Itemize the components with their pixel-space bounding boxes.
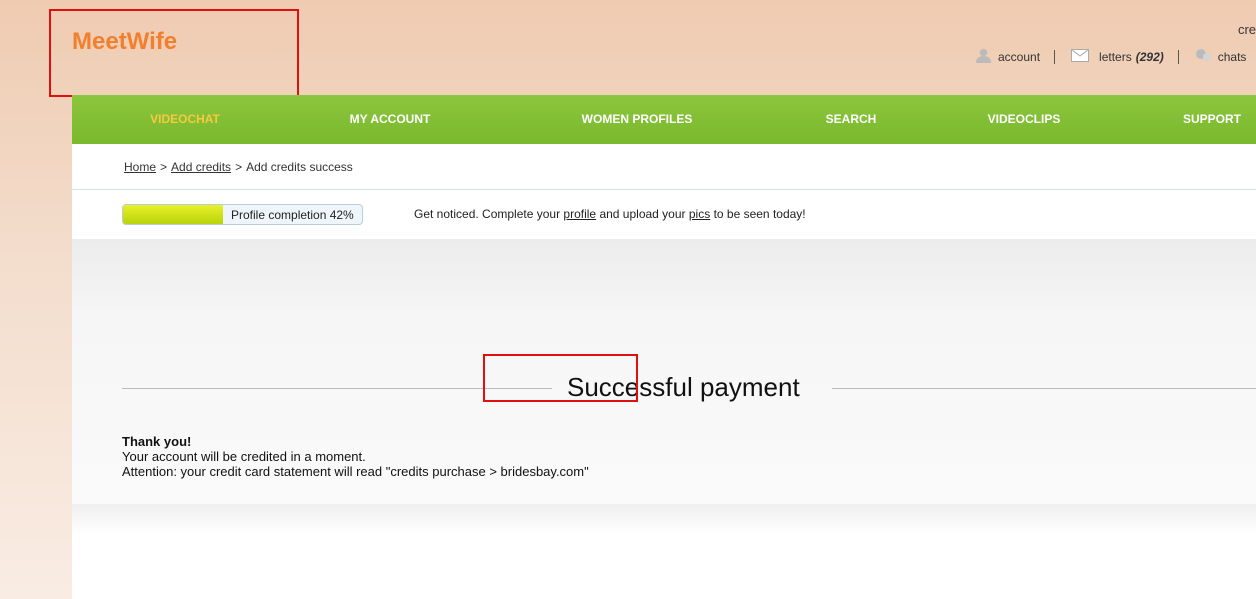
breadcrumb-current: Add credits success bbox=[246, 160, 353, 174]
credits-label[interactable]: cre bbox=[1238, 22, 1256, 37]
header: MeetWife cre account letters (292) chats bbox=[0, 0, 1256, 97]
breadcrumb: Home > Add credits > Add credits success bbox=[124, 160, 353, 174]
divider bbox=[1177, 50, 1179, 64]
payment-panel: Successful payment Thank you! Your accou… bbox=[72, 239, 1256, 504]
notice-text: to be seen today! bbox=[713, 207, 806, 221]
breadcrumb-add-credits-link[interactable]: Add credits bbox=[171, 160, 231, 174]
nav-women-profiles[interactable]: WOMEN PROFILES bbox=[582, 112, 693, 126]
nav-search[interactable]: SEARCH bbox=[826, 112, 877, 126]
account-link[interactable]: account bbox=[975, 48, 1054, 66]
thanks-heading: Thank you! bbox=[122, 434, 192, 449]
profile-notice: Get noticed. Complete your profile and u… bbox=[414, 207, 806, 221]
chats-label: chats bbox=[1217, 50, 1247, 64]
main-nav: VIDEOCHAT MY ACCOUNT WOMEN PROFILES SEAR… bbox=[72, 95, 1256, 144]
payment-message: Thank you! Your account will be credited… bbox=[122, 434, 589, 479]
divider bbox=[72, 189, 1256, 190]
notice-text: and upload your bbox=[599, 207, 686, 221]
statement-highlight-box bbox=[483, 354, 638, 402]
statement-notice-text: Attention: your credit card statement wi… bbox=[122, 464, 589, 479]
nav-videochat[interactable]: VIDEOCHAT bbox=[150, 112, 220, 126]
progress-fill bbox=[123, 205, 224, 224]
profile-completion-bar[interactable]: Profile completion 42% bbox=[122, 204, 363, 225]
account-label: account bbox=[998, 50, 1041, 64]
breadcrumb-home-link[interactable]: Home bbox=[124, 160, 156, 174]
panel-shadow bbox=[72, 504, 1256, 534]
letters-count: (292) bbox=[1135, 50, 1164, 64]
pics-link[interactable]: pics bbox=[689, 207, 710, 221]
title-rule-right bbox=[832, 388, 1256, 389]
profile-link[interactable]: profile bbox=[563, 207, 596, 221]
breadcrumb-separator: > bbox=[160, 160, 168, 174]
user-icon bbox=[975, 48, 992, 66]
letters-link[interactable]: letters (292) bbox=[1071, 49, 1178, 65]
envelope-icon bbox=[1071, 49, 1090, 65]
profile-completion-label: Profile completion 42% bbox=[231, 208, 354, 222]
nav-support[interactable]: SUPPORT bbox=[1183, 112, 1241, 126]
nav-videoclips[interactable]: VIDEOCLIPS bbox=[988, 112, 1061, 126]
user-links: account letters (292) chats bbox=[975, 48, 1256, 66]
notice-text: Get noticed. Complete your bbox=[414, 207, 561, 221]
letters-label: letters bbox=[1099, 50, 1132, 64]
chat-bubble-icon bbox=[1195, 48, 1212, 66]
chats-link[interactable]: chats bbox=[1195, 48, 1256, 66]
credited-text: Your account will be credited in a momen… bbox=[122, 449, 366, 464]
logo-highlight-box bbox=[49, 9, 299, 97]
main-content: Home > Add credits > Add credits success Pro… bbox=[72, 144, 1256, 599]
breadcrumb-separator: > bbox=[235, 160, 243, 174]
divider bbox=[1054, 50, 1056, 64]
nav-my-account[interactable]: MY ACCOUNT bbox=[350, 112, 431, 126]
